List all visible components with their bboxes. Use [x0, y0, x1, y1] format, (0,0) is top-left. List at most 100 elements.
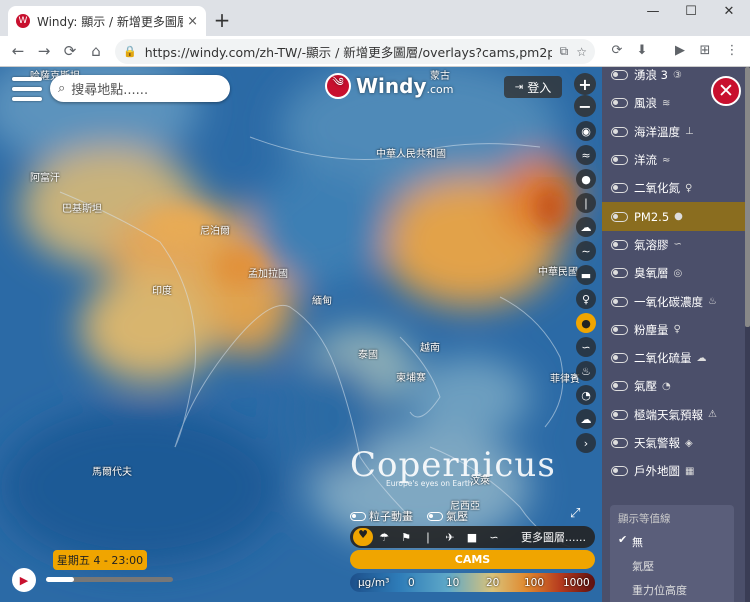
layer-toggle[interactable] [611, 155, 628, 166]
map-viewport[interactable]: 哈薩克斯坦 蒙古 中華人民共和國 阿富汗 巴基斯坦 尼泊爾 孟加拉國 印度 緬甸… [0, 67, 602, 602]
layer-item-no2[interactable]: 二氧化氮 ♀ [602, 174, 750, 202]
browser-tab[interactable]: W Windy: 顯示 / 新增更多圖層 × [8, 6, 206, 36]
play-icon: ▶ [19, 573, 29, 587]
clouds-icon[interactable]: ☁ [576, 217, 596, 237]
so2-icon[interactable]: ☁ [576, 409, 596, 429]
layer-toggle[interactable] [611, 268, 628, 279]
reload-button[interactable]: ⟳ [57, 42, 83, 60]
layer-toggle[interactable] [611, 211, 628, 222]
waves-icon[interactable]: ∼ [576, 241, 596, 261]
search-input[interactable]: ⌕ 搜尋地點...... [50, 75, 230, 102]
layer-item-extreme-forecast[interactable]: 極端天氣預報 ⚠ [602, 401, 750, 429]
close-panel-button[interactable]: ✕ [711, 76, 741, 106]
pm25-layer-icon[interactable]: ● [576, 313, 596, 333]
zoom-in-button[interactable]: + [574, 73, 596, 95]
media-play-icon[interactable]: ▶ [670, 41, 690, 61]
layer-item-so2[interactable]: 二氧化硫量 ☁ [602, 344, 750, 372]
isobar-option-none[interactable]: ✔ 無 [610, 530, 734, 554]
layer-item-aerosol[interactable]: 氣溶膠 ∽ [602, 231, 750, 259]
aerosol-icon[interactable]: ∽ [576, 337, 596, 357]
layer-toggle[interactable] [611, 324, 628, 335]
layer-toggle[interactable] [611, 183, 628, 194]
layer-toggle[interactable] [611, 296, 628, 307]
layer-label: 天氣警報 [634, 436, 680, 450]
flag-icon[interactable]: ⚑ [395, 531, 417, 544]
particles-toggle[interactable] [350, 511, 366, 521]
more-layers-chevron-icon[interactable]: › [576, 433, 596, 453]
co-icon[interactable]: ♨ [576, 361, 596, 381]
favorite-layers-bar: ♥ ☂ ⚑ ❘ ✈ ■ ∽ 更多圖層...... [350, 526, 595, 548]
globe-icon[interactable]: ◉ [576, 121, 596, 141]
layer-toggle[interactable] [611, 381, 628, 392]
map-label: 孟加拉國 [248, 269, 288, 280]
time-label[interactable]: 星期五 4 - 23:00 [53, 550, 147, 570]
isobars-toggle[interactable] [427, 511, 443, 521]
pressure-icon[interactable]: ◔ [576, 385, 596, 405]
fullscreen-icon[interactable]: ⤢ [570, 506, 584, 521]
timeline-slider[interactable] [46, 577, 173, 582]
layer-item-currents[interactable]: 洋流 ≈ [602, 146, 750, 174]
isobar-settings: 顯示等值線 ✔ 無 氣壓 重力位高度 [610, 505, 734, 602]
layer-item-pressure[interactable]: 氣壓 ◔ [602, 372, 750, 400]
windy-logo: ༄ Windy .com [325, 73, 454, 99]
plane-icon[interactable]: ✈ [439, 531, 461, 544]
layer-toggle[interactable] [611, 409, 628, 420]
extension-sync-icon[interactable]: ⟳ [607, 41, 627, 61]
layer-toggle[interactable] [611, 98, 628, 109]
pressure-gauge-icon: ◔ [662, 380, 671, 392]
layer-item-dust[interactable]: 粉塵量 ♀ [602, 316, 750, 344]
isobar-option-pressure[interactable]: 氣壓 [610, 554, 734, 578]
layer-toggle[interactable] [611, 126, 628, 137]
car-icon[interactable]: ▬ [576, 265, 596, 285]
new-tab-button[interactable]: + [212, 10, 232, 30]
webcam-icon[interactable]: ■ [461, 531, 483, 544]
main-menu-button[interactable] [12, 77, 42, 101]
wind-icon[interactable]: ≈ [576, 145, 596, 165]
layer-item-pm25[interactable]: PM2.5 ● [602, 202, 750, 231]
more-layers-button[interactable]: 更多圖層...... [521, 529, 592, 545]
isobar-option-geopotential[interactable]: 重力位高度 [610, 578, 734, 602]
play-button[interactable]: ▶ [12, 568, 36, 592]
layer-item-ozone[interactable]: 臭氧層 ◎ [602, 259, 750, 287]
maximize-button[interactable]: ☐ [676, 4, 706, 19]
aerosol-icon: ∽ [673, 239, 682, 251]
back-button[interactable]: ← [5, 42, 31, 60]
scrollbar-thumb[interactable] [745, 67, 750, 327]
model-selector-button[interactable]: CAMS [350, 550, 595, 569]
forward-button[interactable]: → [31, 42, 57, 60]
layer-item-co[interactable]: 一氧化碳濃度 ♨ [602, 287, 750, 315]
translate-icon[interactable]: ⧉ [560, 44, 569, 59]
thermometer-icon[interactable]: ❘ [576, 193, 596, 213]
extensions-icon[interactable]: ⊞ [695, 41, 715, 61]
layer-item-outdoor-map[interactable]: 戶外地圖 ▦ [602, 457, 750, 485]
address-bar[interactable]: 🔒 https://windy.com/zh-TW/-顯示 / 新增更多圖層/o… [115, 39, 595, 64]
download-icon[interactable]: ⬇ [632, 41, 652, 61]
wave-small-icon[interactable]: ∽ [483, 531, 505, 544]
thermometer-small-icon[interactable]: ❘ [417, 531, 439, 544]
close-window-button[interactable]: ✕ [714, 4, 744, 19]
rain-drop-icon[interactable]: ● [576, 169, 596, 189]
tab-close-icon[interactable]: × [187, 14, 198, 29]
layer-label: 海洋溫度 [634, 124, 680, 139]
zoom-out-button[interactable]: − [574, 95, 596, 117]
layer-item-sea-temperature[interactable]: 海洋溫度 ⊥ [602, 118, 750, 146]
hamburger-line [12, 87, 42, 91]
pin-icon[interactable]: ♀ [576, 289, 596, 309]
layer-toggle[interactable] [611, 239, 628, 250]
browser-menu-icon[interactable]: ⋮ [722, 41, 742, 61]
login-button[interactable]: ⇥ 登入 [504, 76, 562, 98]
weather-icon[interactable]: ☂ [373, 531, 395, 544]
bookmark-star-icon[interactable]: ☆ [576, 45, 587, 59]
layer-toggle[interactable] [611, 438, 628, 448]
layer-toggle[interactable] [611, 353, 628, 364]
panel-scrollbar[interactable] [745, 67, 750, 602]
home-button[interactable]: ⌂ [83, 42, 109, 60]
layer-toggle[interactable] [611, 466, 628, 477]
minimize-button[interactable]: — [638, 4, 668, 19]
layer-toggle[interactable] [611, 70, 628, 81]
favorite-heart-icon[interactable]: ♥ [353, 528, 373, 546]
layer-label: 極端天氣預報 [634, 407, 703, 422]
layer-item-weather-alerts[interactable]: 天氣警報 ◈ [602, 429, 750, 457]
lock-icon: 🔒 [123, 45, 137, 58]
dust-icon: ♀ [673, 324, 681, 336]
